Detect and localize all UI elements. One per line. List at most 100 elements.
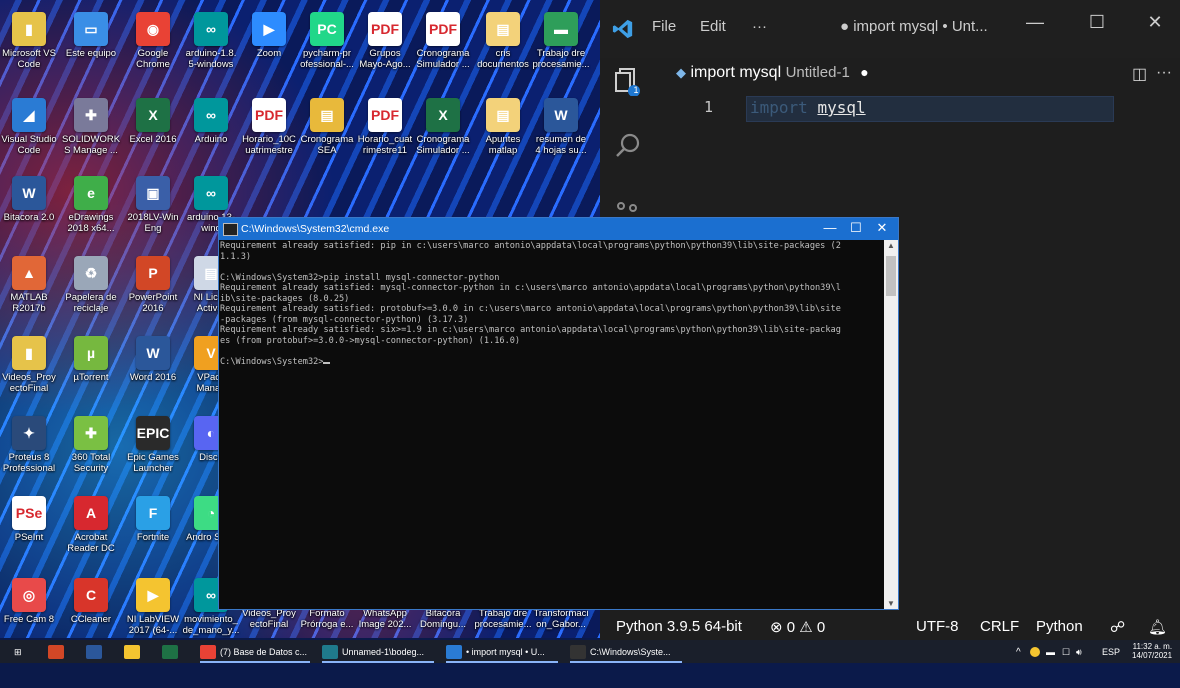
desktop-icon[interactable]: F Fortnite: [124, 492, 182, 572]
taskbar-app[interactable]: Unnamed-1\bodeg...: [322, 643, 434, 663]
desktop-icon[interactable]: ♻ Papelera de reciclaje: [62, 252, 120, 332]
problems-indicator[interactable]: ⊗ 0 ⚠ 0: [770, 618, 825, 636]
code-line[interactable]: import mysql: [750, 98, 866, 117]
tray-app-icon[interactable]: [1030, 643, 1044, 661]
taskbar-app[interactable]: [48, 643, 72, 661]
desktop-icon[interactable]: PSe PSeInt: [0, 492, 58, 572]
desktop-icon[interactable]: ▮ Videos_Proy ectoFinal: [0, 332, 58, 412]
desktop-icon-label: PowerPoint 2016: [128, 292, 178, 314]
cmd-scrollbar[interactable]: ▲ ▼: [884, 240, 898, 609]
app-icon: PSe: [12, 496, 46, 530]
desktop-icon-label: cris documentos: [477, 48, 529, 70]
taskbar-app[interactable]: (7) Base de Datos c...: [200, 643, 310, 663]
search-icon[interactable]: [612, 130, 644, 162]
tray-up-icon[interactable]: ^: [1016, 643, 1021, 661]
cmd-minimize-icon[interactable]: —: [817, 220, 843, 235]
menu-edit[interactable]: Edit: [700, 18, 726, 35]
desktop-icon[interactable]: ▭ Este equipo: [62, 8, 120, 88]
start-icon[interactable]: ⊞: [14, 643, 22, 661]
desktop-icon[interactable]: X Excel 2016: [124, 94, 182, 174]
more-actions-icon[interactable]: ···: [1156, 64, 1172, 82]
desktop-icon[interactable]: W Word 2016: [124, 332, 182, 412]
cmd-titlebar[interactable]: C:\Windows\System32\cmd.exe — ☐ ✕: [219, 218, 898, 240]
language-mode[interactable]: Python: [1036, 618, 1083, 635]
desktop-icon-label: Trabajo dre procesamie...: [532, 48, 590, 70]
app-icon: X: [136, 98, 170, 132]
desktop-icon-label: Proteus 8 Professional: [2, 452, 56, 474]
vscode-titlebar: File Edit ··· ● import mysql • Unt... — …: [600, 0, 1180, 58]
desktop-icon[interactable]: ∞ arduino-1.8. 5-windows: [182, 8, 240, 88]
desktop-icon[interactable]: ▤ Cronograma SEA: [298, 94, 356, 174]
network-icon[interactable]: ☐: [1062, 643, 1070, 661]
desktop-icon[interactable]: W Bitacora 2.0: [0, 172, 58, 252]
maximize-icon[interactable]: ☐: [1082, 12, 1112, 33]
notifications-icon[interactable]: 🔔︎: [1148, 618, 1167, 636]
desktop-icon[interactable]: ∞ Arduino: [182, 94, 240, 174]
cmd-maximize-icon[interactable]: ☐: [843, 220, 869, 236]
desktop-icon[interactable]: ✚ 360 Total Security: [62, 412, 120, 492]
app-icon: ✚: [74, 416, 108, 450]
app-icon: ✚: [74, 98, 108, 132]
volume-icon[interactable]: 🔊︎: [1076, 643, 1082, 661]
desktop-icon[interactable]: µ µTorrent: [62, 332, 120, 412]
cmd-line: Requirement already satisfied: six>=1.9 …: [220, 325, 841, 335]
cmd-output[interactable]: Requirement already satisfied: pip in c:…: [219, 240, 883, 610]
taskbar-app[interactable]: [86, 643, 110, 661]
desktop-icon[interactable]: PC pycharm-pr ofessional-...: [298, 8, 356, 88]
clock[interactable]: 11:32 a. m. 14/07/2021: [1132, 642, 1172, 660]
desktop-icon[interactable]: ✦ Proteus 8 Professional: [0, 412, 58, 492]
feedback-icon[interactable]: ☍: [1110, 618, 1125, 636]
desktop-icon[interactable]: P PowerPoint 2016: [124, 252, 182, 332]
app-icon: ▤: [310, 98, 344, 132]
taskbar-app[interactable]: [162, 643, 186, 661]
desktop-icon[interactable]: EPIC Epic Games Launcher: [124, 412, 182, 492]
scroll-down-icon[interactable]: ▼: [887, 599, 895, 608]
cmd-close-icon[interactable]: ✕: [869, 220, 895, 236]
desktop-icon[interactable]: ▣ 2018LV-Win Eng: [124, 172, 182, 252]
desktop-icon[interactable]: PDF Grupos Mayo-Ago...: [356, 8, 414, 88]
desktop-icon-label: movimiento_ de_mano_y...: [182, 614, 240, 636]
desktop-icon[interactable]: PDF Horario_cuat rimestre11: [356, 94, 414, 174]
dirty-indicator-icon[interactable]: ●: [860, 64, 868, 80]
app-icon: C: [74, 578, 108, 612]
taskbar-app-icon: [200, 645, 216, 659]
scroll-thumb[interactable]: [886, 256, 896, 296]
encoding[interactable]: UTF-8: [916, 618, 959, 635]
minimize-icon[interactable]: —: [1020, 12, 1050, 33]
desktop-icon[interactable]: e eDrawings 2018 x64...: [62, 172, 120, 252]
desktop-icon[interactable]: PDF Cronograma Simulador ...: [414, 8, 472, 88]
language-indicator[interactable]: ESP: [1102, 643, 1120, 661]
taskbar-app[interactable]: [124, 643, 148, 661]
taskbar-app[interactable]: • import mysql • U...: [446, 643, 558, 663]
taskbar-app-icon: [48, 645, 64, 659]
desktop-icon-label: WhatsApp Image 202...: [358, 608, 412, 630]
battery-icon[interactable]: ▬: [1046, 643, 1055, 661]
desktop-icon[interactable]: ▶ Zoom: [240, 8, 298, 88]
menu-more[interactable]: ···: [752, 18, 767, 35]
menu-file[interactable]: File: [652, 18, 676, 35]
desktop-icon[interactable]: ◢ Visual Studio Code: [0, 94, 58, 174]
cmd-line: Requirement already satisfied: mysql-con…: [220, 283, 841, 293]
taskbar-app[interactable]: C:\Windows\Syste...: [570, 643, 682, 663]
desktop-icon[interactable]: X Cronograma Simulador ...: [414, 94, 472, 174]
split-editor-icon[interactable]: ◫: [1132, 64, 1147, 84]
desktop-icon[interactable]: ▤ Apuntes matlap: [474, 94, 532, 174]
app-icon: ▶: [136, 578, 170, 612]
scroll-up-icon[interactable]: ▲: [887, 241, 895, 250]
desktop-icon[interactable]: A Acrobat Reader DC: [62, 492, 120, 572]
python-icon: ◆: [676, 65, 686, 80]
desktop-icon[interactable]: ✚ SOLIDWORK S Manage ...: [62, 94, 120, 174]
close-icon[interactable]: ✕: [1140, 12, 1170, 33]
tab-untitled-1[interactable]: ◆ import mysql Untitled-1 ●: [676, 64, 869, 82]
desktop-icon[interactable]: Wresumen de 4 hojas su...: [532, 94, 590, 174]
desktop-icon[interactable]: ▲ MATLAB R2017b: [0, 252, 58, 332]
python-interpreter[interactable]: Python 3.9.5 64-bit: [616, 618, 742, 635]
tab-name: import mysql: [690, 64, 782, 81]
desktop-icon[interactable]: ▬ Trabajo dre procesamie...: [532, 8, 590, 88]
desktop-icon[interactable]: ▤ cris documentos: [474, 8, 532, 88]
desktop-icon[interactable]: ▮ Microsoft VS Code: [0, 8, 58, 88]
end-of-line[interactable]: CRLF: [980, 618, 1019, 635]
desktop-icon-label: Bitacora Domingu...: [420, 608, 466, 630]
desktop-icon[interactable]: ◉ Google Chrome: [124, 8, 182, 88]
desktop-icon[interactable]: PDF Horario_10C uatrimestre: [240, 94, 298, 174]
